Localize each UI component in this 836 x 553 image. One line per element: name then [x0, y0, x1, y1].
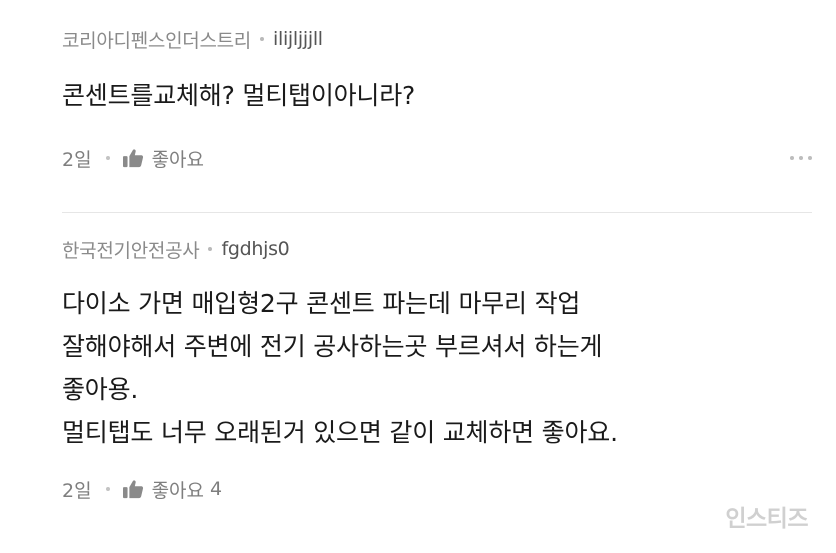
separator-dot [105, 487, 110, 491]
like-label: 좋아요 [151, 479, 205, 502]
like-count: 4 [210, 478, 223, 500]
more-dot [799, 156, 803, 160]
like-button[interactable]: 좋아요 4 [122, 476, 223, 503]
more-dot [808, 156, 812, 160]
comment-body: 콘센트를교체해? 멀티탭이아니라? [62, 74, 812, 117]
comment-body: 다이소 가면 매입형2구 콘센트 파는데 마무리 작업 잘해야해서 주변에 전기… [62, 282, 812, 454]
like-button[interactable]: 좋아요 [122, 145, 204, 172]
comment-actions: 2일 좋아요 4 [62, 472, 812, 506]
author-nickname[interactable]: ilijljjjll [273, 28, 323, 50]
more-dot [790, 156, 794, 160]
comment-line: 콘센트를교체해? 멀티탭이아니라? [62, 81, 416, 110]
author-company: 한국전기안전공사 [62, 239, 200, 262]
comment-actions: 2일 좋아요 [62, 141, 812, 175]
comment-time: 2일 [62, 148, 92, 171]
author-company: 코리아디펜스인더스트리 [62, 29, 251, 52]
comment-divider [62, 212, 812, 213]
more-options-button[interactable] [790, 150, 812, 166]
comment-time: 2일 [62, 479, 92, 502]
thumbs-up-icon [122, 480, 143, 499]
separator-dot [105, 156, 110, 160]
comment-line: 멀티탭도 너무 오래된거 있으면 같이 교체하면 좋아요. [62, 418, 618, 447]
separator-dot [259, 37, 264, 41]
comment-meta: 한국전기안전공사 fgdhjs0 [62, 232, 812, 266]
watermark-logo: 인스티즈 [725, 506, 808, 532]
thumbs-up-icon [122, 149, 143, 168]
comment-item: 한국전기안전공사 fgdhjs0 다이소 가면 매입형2구 콘센트 파는데 마무… [62, 232, 812, 506]
author-nickname[interactable]: fgdhjs0 [221, 238, 289, 260]
comment-item: 코리아디펜스인더스트리 ilijljjjll 콘센트를교체해? 멀티탭이아니라?… [62, 22, 812, 175]
comment-meta: 코리아디펜스인더스트리 ilijljjjll [62, 22, 812, 56]
separator-dot [208, 247, 213, 251]
like-label: 좋아요 [151, 148, 205, 171]
comment-thread: 코리아디펜스인더스트리 ilijljjjll 콘센트를교체해? 멀티탭이아니라?… [0, 0, 836, 553]
comment-line: 다이소 가면 매입형2구 콘센트 파는데 마무리 작업 [62, 289, 581, 318]
comment-line: 좋아용. [62, 375, 139, 404]
comment-line: 잘해야해서 주변에 전기 공사하는곳 부르셔서 하는게 [62, 332, 603, 361]
